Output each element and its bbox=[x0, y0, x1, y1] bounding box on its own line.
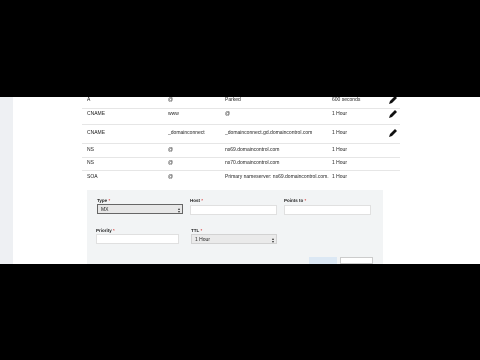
record-type: SOA bbox=[87, 174, 98, 180]
ttl-label: TTL * bbox=[191, 228, 203, 233]
type-select-value: MX bbox=[101, 207, 109, 213]
record-type: CNAME bbox=[87, 130, 106, 136]
type-label: Type * bbox=[97, 198, 111, 203]
dns-management-panel: A @ Parked 600 seconds CNAME www @ 1 Hou… bbox=[0, 97, 480, 264]
record-ttl: 1 Hour bbox=[332, 174, 348, 180]
pencil-icon[interactable] bbox=[388, 109, 398, 119]
chevron-updown-icon: ▴ ▾ bbox=[271, 236, 274, 244]
left-gutter bbox=[0, 97, 13, 264]
cancel-button[interactable] bbox=[340, 257, 373, 264]
record-ttl: 1 Hour bbox=[332, 111, 348, 117]
pencil-icon[interactable] bbox=[388, 128, 398, 138]
points-to-input[interactable] bbox=[284, 205, 371, 215]
ttl-select[interactable]: 1 Hour ▴ ▾ bbox=[191, 234, 277, 244]
points-to-label: Points to * bbox=[284, 198, 307, 203]
record-type: CNAME bbox=[87, 111, 106, 117]
record-value: Primary nameserver: ns69.domaincontrol.c… bbox=[225, 174, 329, 180]
record-name: @ bbox=[168, 174, 174, 180]
chevron-updown-icon: ▴ ▾ bbox=[177, 206, 180, 214]
host-input[interactable] bbox=[190, 205, 277, 215]
add-record-form: Type * MX ▴ ▾ Host * Points to * Priority… bbox=[87, 190, 383, 264]
record-ttl: 1 Hour bbox=[332, 130, 348, 136]
type-select[interactable]: MX ▴ ▾ bbox=[97, 204, 183, 214]
pencil-icon[interactable] bbox=[388, 97, 398, 105]
record-name: _domainconnect bbox=[168, 130, 205, 136]
save-button[interactable] bbox=[309, 257, 337, 264]
priority-input[interactable] bbox=[96, 234, 179, 244]
record-value: @ bbox=[225, 111, 231, 117]
record-name: www bbox=[168, 111, 179, 117]
table-row: CNAME _domainconnect _domainconnect.gd.d… bbox=[82, 125, 400, 141]
priority-label: Priority * bbox=[96, 228, 115, 233]
host-label: Host * bbox=[190, 198, 204, 203]
table-row: SOA @ Primary nameserver: ns69.domaincon… bbox=[82, 169, 400, 185]
ttl-select-value: 1 Hour bbox=[195, 237, 211, 243]
record-value: _domainconnect.gd.domaincontrol.com bbox=[225, 130, 313, 136]
table-row: CNAME www @ 1 Hour bbox=[82, 106, 400, 122]
